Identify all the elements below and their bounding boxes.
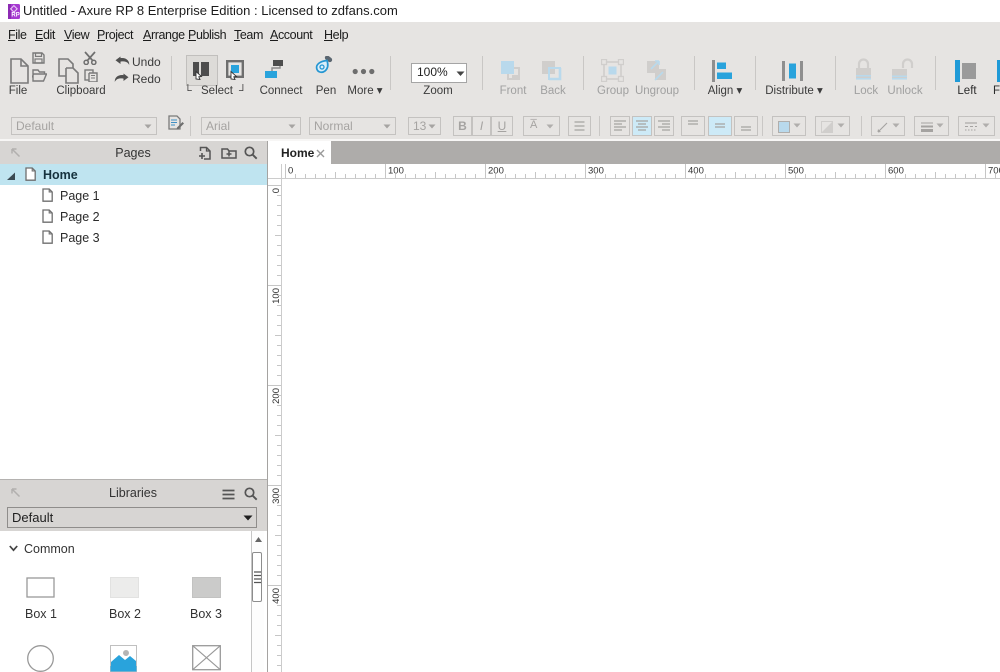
svg-text:0: 0: [271, 188, 281, 193]
svg-text:RP: RP: [11, 13, 19, 19]
svg-text:0: 0: [288, 166, 293, 177]
svg-text:700: 700: [988, 166, 1000, 177]
